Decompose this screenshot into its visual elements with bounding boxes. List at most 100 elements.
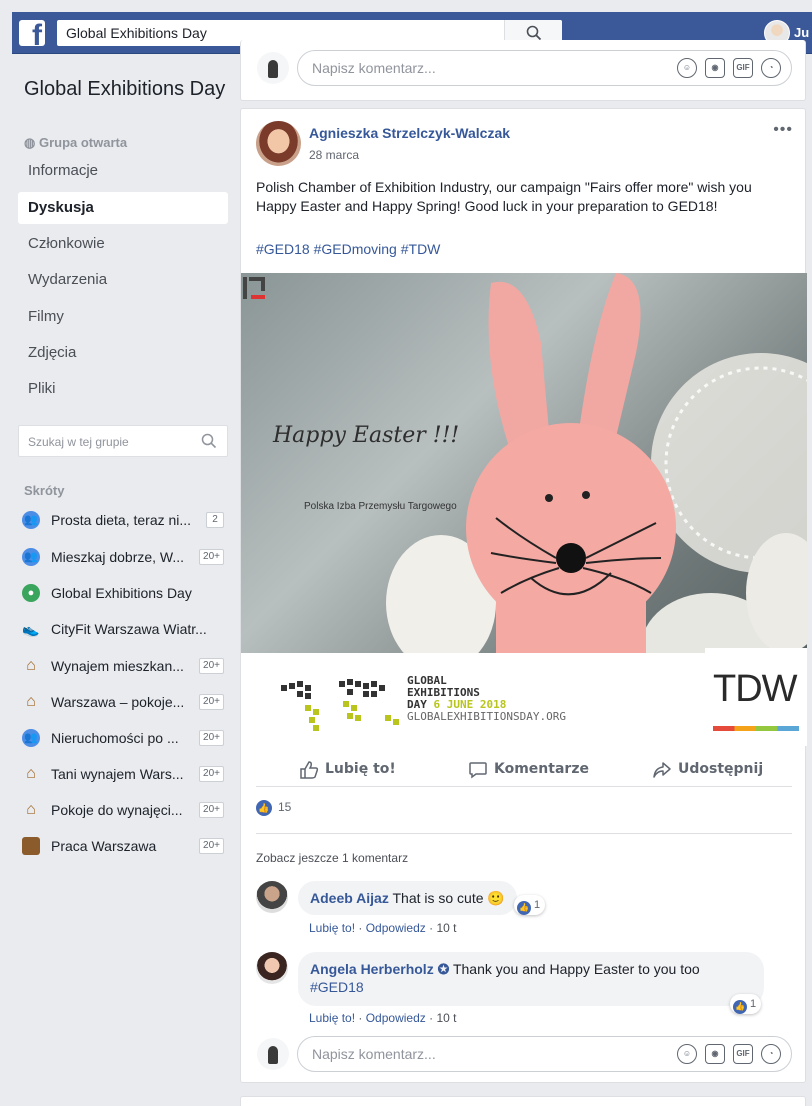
comment-text: Thank you and Happy Easter to you too xyxy=(449,961,700,977)
shortcut-item[interactable]: ⌂ Warszawa – pokoje... 20+ xyxy=(22,690,232,714)
camera-icon[interactable]: ◉ xyxy=(705,58,725,78)
shortcut-item[interactable]: 👟 CityFit Warszawa Wiatr... xyxy=(22,617,232,641)
comment-input[interactable]: Napisz komentarz... ☺ ◉ GIF ◔ xyxy=(297,1036,792,1072)
post-text: Polish Chamber of Exhibition Industry, o… xyxy=(256,179,752,214)
comment-reactions[interactable]: 👍 1 xyxy=(514,895,546,915)
comment-icon xyxy=(469,762,487,779)
group-privacy-label: ◍ Grupa otwarta xyxy=(24,135,127,151)
like-reaction-icon: 👍 xyxy=(256,800,272,816)
comment-reply-link[interactable]: Odpowiedz xyxy=(366,1011,426,1025)
shortcut-item[interactable]: 👥 Nieruchomości po ... 20+ xyxy=(22,726,232,750)
shortcut-item[interactable]: 👥 Prosta dieta, teraz ni... 2 xyxy=(22,508,232,532)
post-action-bar: Lubię to! Komentarze Udostępnij xyxy=(256,753,792,787)
author-avatar[interactable] xyxy=(256,121,301,166)
reactions-summary[interactable]: 👍 15 xyxy=(256,797,792,817)
shortcut-label: Global Exhibitions Day xyxy=(51,585,192,601)
house-icon: ⌂ xyxy=(26,801,36,818)
sticker-icon[interactable]: ◔ xyxy=(761,1044,781,1064)
post-image[interactable]: Happy Easter !!! Polska Izba Przemysłu T… xyxy=(241,273,807,746)
sidebar-item-dyskusja[interactable]: Dyskusja xyxy=(18,192,228,224)
notification-badge: 20+ xyxy=(199,694,224,710)
shortcut-label: Warszawa – pokoje... xyxy=(51,694,185,710)
view-more-comments-link[interactable]: Zobacz jeszcze 1 komentarz xyxy=(256,851,408,865)
comment-actions: Lubię to! · Odpowiedz · 10 t xyxy=(309,1011,457,1025)
comment-placeholder: Napisz komentarz... xyxy=(312,1046,436,1062)
notification-badge: 20+ xyxy=(199,802,224,818)
house-icon: ⌂ xyxy=(26,657,36,674)
comment: Angela Herberholz ✪ Thank you and Happy … xyxy=(256,952,792,1027)
house-icon: ⌂ xyxy=(26,693,36,710)
comment: Adeeb Aijaz That is so cute 🙂 👍 1 Lubię t… xyxy=(256,881,792,941)
comment-hashtag[interactable]: #GED18 xyxy=(310,979,364,995)
comment-time[interactable]: 10 t xyxy=(436,921,456,935)
avatar xyxy=(257,52,289,84)
divider xyxy=(256,833,792,834)
gif-icon[interactable]: GIF xyxy=(733,1044,753,1064)
sidebar-item-zdjecia[interactable]: Zdjęcia xyxy=(18,337,228,369)
group-search-field[interactable]: Szukaj w tej grupie xyxy=(18,425,228,457)
shortcut-label: Praca Warszawa xyxy=(51,838,157,854)
shoe-icon: 👟 xyxy=(22,621,40,637)
comment-label: Komentarze xyxy=(494,761,589,777)
group-icon: 👥 xyxy=(22,548,40,566)
comment-reactions[interactable]: 👍 1 xyxy=(730,994,762,1014)
comment-tools: ☺ ◉ GIF ◔ xyxy=(677,58,781,78)
sidebar-item-wydarzenia[interactable]: Wydarzenia xyxy=(18,264,228,296)
share-label: Udostępnij xyxy=(678,761,764,777)
shortcut-label: Mieszkaj dobrze, W... xyxy=(51,549,185,565)
notification-badge: 2 xyxy=(206,512,224,528)
sidebar-item-filmy[interactable]: Filmy xyxy=(18,301,228,333)
tdw-logo: TDW xyxy=(705,648,807,746)
post-hashtags[interactable]: #GED18 #GEDmoving #TDW xyxy=(256,241,440,257)
emoji-icon[interactable]: ☺ xyxy=(677,1044,697,1064)
post-timestamp[interactable]: 28 marca xyxy=(309,148,359,162)
shortcut-item[interactable]: 👥 Mieszkaj dobrze, W... 20+ xyxy=(22,545,232,569)
emoji-icon[interactable]: ☺ xyxy=(677,58,697,78)
shortcut-item[interactable]: ● Global Exhibitions Day xyxy=(22,581,232,605)
avatar xyxy=(257,1038,289,1070)
shortcut-item[interactable]: Praca Warszawa 20+ xyxy=(22,834,232,858)
world-map-icon xyxy=(281,679,399,731)
camera-icon[interactable]: ◉ xyxy=(705,1044,725,1064)
comment-author-link[interactable]: Adeeb Aijaz xyxy=(310,890,389,906)
shortcut-item[interactable]: ⌂ Tani wynajem Wars... 20+ xyxy=(22,762,232,786)
group-title[interactable]: Global Exhibitions Day xyxy=(24,77,234,101)
sidebar-item-pliki[interactable]: Pliki xyxy=(18,373,228,405)
search-icon[interactable] xyxy=(201,433,217,449)
sidebar-item-informacje[interactable]: Informacje xyxy=(18,155,228,187)
shortcut-label: Pokoje do wynajęci... xyxy=(51,802,183,818)
post-card: Agnieszka Strzelczyk-Walczak 28 marca ••… xyxy=(240,108,807,1083)
user-name-link[interactable]: Ju xyxy=(794,25,809,40)
globe-icon: ● xyxy=(22,584,40,602)
like-reaction-icon: 👍 xyxy=(733,1000,747,1014)
comment-like-link[interactable]: Lubię to! xyxy=(309,921,355,935)
author-name-link[interactable]: Agnieszka Strzelczyk-Walczak xyxy=(309,125,510,141)
commenter-avatar[interactable] xyxy=(256,952,288,984)
comment-author-link[interactable]: Angela Herberholz xyxy=(310,961,434,977)
ged-logo-text: GLOBAL EXHIBITIONS DAY 6 JUNE 2018 GLOBA… xyxy=(407,675,566,723)
sticker-icon[interactable]: ◔ xyxy=(761,58,781,78)
tdw-logo-text: TDW xyxy=(713,668,798,710)
comment-like-link[interactable]: Lubię to! xyxy=(309,1011,355,1025)
commenter-avatar[interactable] xyxy=(256,881,288,913)
like-count: 15 xyxy=(278,800,292,814)
comment-reply-link[interactable]: Odpowiedz xyxy=(366,921,426,935)
shortcut-label: Prosta dieta, teraz ni... xyxy=(51,512,192,528)
comment-input[interactable]: Napisz komentarz... ☺ ◉ GIF ◔ xyxy=(297,50,792,86)
comment-time[interactable]: 10 t xyxy=(436,1011,456,1025)
sidebar-item-czlonkowie[interactable]: Członkowie xyxy=(18,228,228,260)
comment-tools: ☺ ◉ GIF ◔ xyxy=(677,1044,781,1064)
comment-composer: Napisz komentarz... ☺ ◉ GIF ◔ xyxy=(257,1036,792,1072)
gif-icon[interactable]: GIF xyxy=(733,58,753,78)
more-options-icon[interactable]: ••• xyxy=(773,121,793,139)
shortcut-item[interactable]: ⌂ Wynajem mieszkan... 20+ xyxy=(22,654,232,678)
search-input[interactable]: Global Exhibitions Day xyxy=(66,25,207,41)
comment-placeholder: Napisz komentarz... xyxy=(312,60,436,76)
shortcuts-heading: Skróty xyxy=(24,483,65,498)
group-icon: 👥 xyxy=(22,511,40,529)
shortcut-item[interactable]: ⌂ Pokoje do wynajęci... 20+ xyxy=(22,798,232,822)
notification-badge: 20+ xyxy=(199,838,224,854)
facebook-logo-icon[interactable]: f xyxy=(19,20,45,46)
globe-icon: ◍ xyxy=(24,135,39,150)
search-icon xyxy=(526,25,542,41)
